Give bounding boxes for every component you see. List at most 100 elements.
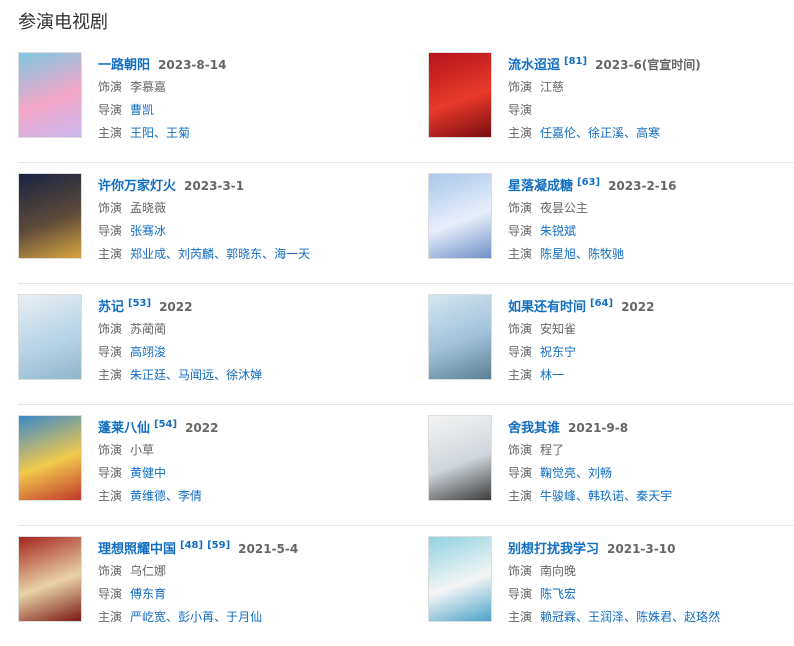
- citation-link[interactable]: [59]: [207, 540, 230, 551]
- director-row: 导演 祝东宁: [508, 341, 654, 364]
- cast-person-link[interactable]: 王菊: [166, 126, 190, 140]
- cast-row: 主演 林一: [508, 364, 654, 387]
- citation-link[interactable]: [53]: [128, 298, 151, 309]
- director-label: 导演: [508, 466, 533, 480]
- series-poster[interactable]: [428, 415, 492, 501]
- cast-person-link[interactable]: 陈姝君: [636, 610, 672, 624]
- air-date: 2023-2-16: [608, 179, 677, 193]
- director-person-link[interactable]: 刘畅: [588, 466, 612, 480]
- cast-label: 主演: [508, 489, 533, 503]
- director-row: 导演 曹凯: [98, 99, 226, 122]
- citation-link[interactable]: [54]: [154, 419, 177, 430]
- director-label: 导演: [508, 224, 533, 238]
- series-title-link[interactable]: 星落凝成糖: [508, 175, 573, 194]
- series-title-link[interactable]: 流水迢迢: [508, 54, 560, 73]
- series-card: 别想打扰我学习 2021-3-10 饰演 南向晚 导演 陈飞宏 主演 赖冠霖、王润泽、陈姝君、…: [428, 526, 794, 646]
- role-label: 饰演: [508, 80, 533, 94]
- series-poster[interactable]: [18, 536, 82, 622]
- director-person-link[interactable]: 陈飞宏: [540, 587, 576, 601]
- air-date: 2023-8-14: [158, 58, 227, 72]
- name-separator: 、: [576, 610, 589, 624]
- director-person-link[interactable]: 傅东育: [130, 587, 166, 601]
- series-card: 蓬莱八仙 [54] 2022 饰演 小草 导演 黄健中 主演 黄维德、李倩: [18, 405, 428, 526]
- series-title-link[interactable]: 如果还有时间: [508, 296, 586, 315]
- cast-person-link[interactable]: 任嘉伦: [540, 126, 576, 140]
- director-person-link[interactable]: 黄健中: [130, 466, 166, 480]
- cast-person-link[interactable]: 赖冠霖: [540, 610, 576, 624]
- cast-row: 主演 陈星旭、陈牧驰: [508, 243, 677, 266]
- series-poster[interactable]: [18, 415, 82, 501]
- citation-link[interactable]: [81]: [564, 56, 587, 67]
- series-poster[interactable]: [428, 294, 492, 380]
- cast-person-link[interactable]: 李倩: [178, 489, 202, 503]
- series-poster[interactable]: [18, 294, 82, 380]
- series-title-link[interactable]: 苏记: [98, 296, 124, 315]
- cast-person-link[interactable]: 秦天宇: [636, 489, 672, 503]
- director-person-link[interactable]: 鞠觉亮: [540, 466, 576, 480]
- cast-person-link[interactable]: 陈牧驰: [588, 247, 624, 261]
- series-poster[interactable]: [428, 173, 492, 259]
- director-row: 导演 高翊浚: [98, 341, 262, 364]
- series-title-link[interactable]: 蓬莱八仙: [98, 417, 150, 436]
- cast-person-link[interactable]: 严屹宽: [130, 610, 166, 624]
- name-separator: 、: [154, 126, 167, 140]
- series-poster[interactable]: [18, 52, 82, 138]
- series-title-link[interactable]: 理想照耀中国: [98, 538, 176, 557]
- series-title-link[interactable]: 一路朝阳: [98, 54, 150, 73]
- cast-person-link[interactable]: 黄维德: [130, 489, 166, 503]
- air-date: 2021-3-10: [607, 542, 676, 556]
- director-person-link[interactable]: 朱锐斌: [540, 224, 576, 238]
- cast-person-link[interactable]: 朱正廷: [130, 368, 166, 382]
- series-card: 一路朝阳 2023-8-14 饰演 李慕嘉 导演 曹凯 主演 王阳、王菊: [18, 42, 428, 163]
- series-poster[interactable]: [428, 536, 492, 622]
- cast-person-link[interactable]: 刘芮麟: [178, 247, 214, 261]
- series-title-link[interactable]: 舍我其谁: [508, 417, 560, 436]
- cast-label: 主演: [98, 368, 123, 382]
- role-row: 饰演 孟晓薇: [98, 197, 310, 220]
- series-poster[interactable]: [428, 52, 492, 138]
- air-date: 2022: [159, 300, 193, 314]
- cast-person-link[interactable]: 牛骏峰: [540, 489, 576, 503]
- citation-link[interactable]: [48]: [180, 540, 203, 551]
- director-row: 导演 张骞冰: [98, 220, 310, 243]
- cast-person-link[interactable]: 陈星旭: [540, 247, 576, 261]
- cast-person-link[interactable]: 王润泽: [588, 610, 624, 624]
- cast-person-link[interactable]: 海一天: [274, 247, 310, 261]
- series-title-link[interactable]: 许你万家灯火: [98, 175, 176, 194]
- director-person-link[interactable]: 曹凯: [130, 103, 154, 117]
- series-title-link[interactable]: 别想打扰我学习: [508, 538, 599, 557]
- citation-link[interactable]: [64]: [590, 298, 613, 309]
- name-separator: 、: [166, 368, 179, 382]
- cast-label: 主演: [98, 247, 123, 261]
- citation-link[interactable]: [63]: [577, 177, 600, 188]
- director-person-link[interactable]: 高翊浚: [130, 345, 166, 359]
- role-label: 饰演: [98, 80, 123, 94]
- series-poster[interactable]: [18, 173, 82, 259]
- role-row: 饰演 程了: [508, 439, 672, 462]
- cast-person-link[interactable]: 郑业成: [130, 247, 166, 261]
- cast-person-link[interactable]: 于月仙: [226, 610, 262, 624]
- cast-person-link[interactable]: 赵珞然: [684, 610, 720, 624]
- cast-row: 主演 赖冠霖、王润泽、陈姝君、赵珞然: [508, 606, 720, 629]
- cast-person-link[interactable]: 郭晓东: [226, 247, 262, 261]
- director-row: 导演 傅东育: [98, 583, 298, 606]
- cast-person-link[interactable]: 高寒: [636, 126, 660, 140]
- cast-person-link[interactable]: 林一: [540, 368, 564, 382]
- role-row: 饰演 乌仁娜: [98, 560, 298, 583]
- role-name: 小草: [130, 443, 155, 457]
- cast-person-link[interactable]: 徐沐婵: [226, 368, 262, 382]
- cast-person-link[interactable]: 徐正溪: [588, 126, 624, 140]
- role-label: 饰演: [98, 322, 123, 336]
- role-label: 饰演: [508, 443, 533, 457]
- director-person-link[interactable]: 张骞冰: [130, 224, 166, 238]
- cast-person-link[interactable]: 彭小苒: [178, 610, 214, 624]
- cast-person-link[interactable]: 马闻远: [178, 368, 214, 382]
- cast-person-link[interactable]: 王阳: [130, 126, 154, 140]
- air-date: 2023-3-1: [184, 179, 245, 193]
- director-row: 导演 朱锐斌: [508, 220, 677, 243]
- air-date: 2021-5-4: [238, 542, 299, 556]
- name-separator: 、: [576, 489, 589, 503]
- director-row: 导演 黄健中: [98, 462, 218, 485]
- cast-person-link[interactable]: 韩玖诺: [588, 489, 624, 503]
- director-person-link[interactable]: 祝东宁: [540, 345, 576, 359]
